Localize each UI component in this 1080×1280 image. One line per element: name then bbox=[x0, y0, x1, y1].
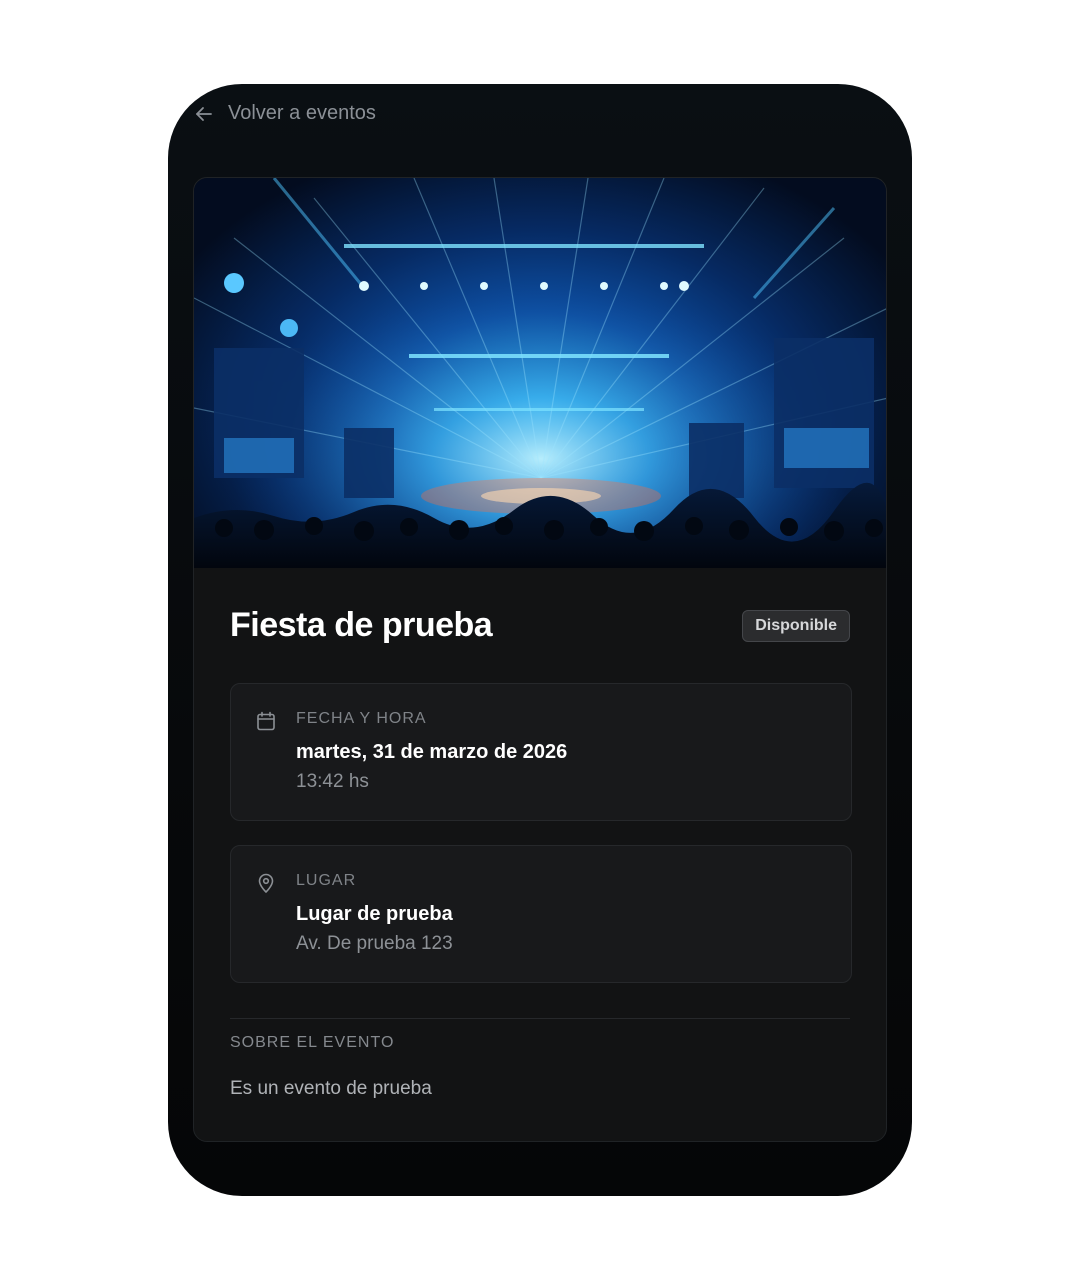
about-heading: SOBRE EL EVENTO bbox=[230, 1034, 395, 1051]
calendar-icon bbox=[255, 710, 277, 737]
date-time-box: FECHA Y HORA martes, 31 de marzo de 2026… bbox=[230, 683, 852, 821]
back-to-events-link[interactable]: Volver a eventos bbox=[194, 102, 376, 125]
back-link-label: Volver a eventos bbox=[228, 102, 376, 124]
status-badge: Disponible bbox=[742, 609, 850, 642]
title-row: Fiesta de prueba Disponible bbox=[230, 606, 850, 645]
event-time: 13:42 hs bbox=[296, 771, 369, 792]
event-title: Fiesta de prueba bbox=[230, 606, 493, 644]
place-label: LUGAR bbox=[296, 872, 357, 889]
place-name: Lugar de prueba bbox=[296, 903, 453, 925]
event-hero-image bbox=[194, 178, 886, 568]
date-time-label: FECHA Y HORA bbox=[296, 710, 427, 727]
app-screen: Volver a eventos Fiesta de prueba Dispon… bbox=[168, 84, 912, 1196]
event-date: martes, 31 de marzo de 2026 bbox=[296, 741, 568, 763]
event-card: Fiesta de prueba Disponible FECHA Y HORA… bbox=[193, 177, 887, 1142]
place-address: Av. De prueba 123 bbox=[296, 933, 453, 954]
section-divider bbox=[230, 1018, 850, 1019]
about-description: Es un evento de prueba bbox=[230, 1078, 432, 1099]
place-box: LUGAR Lugar de prueba Av. De prueba 123 bbox=[230, 845, 852, 983]
arrow-left-icon bbox=[194, 104, 214, 124]
map-pin-icon bbox=[255, 872, 277, 899]
